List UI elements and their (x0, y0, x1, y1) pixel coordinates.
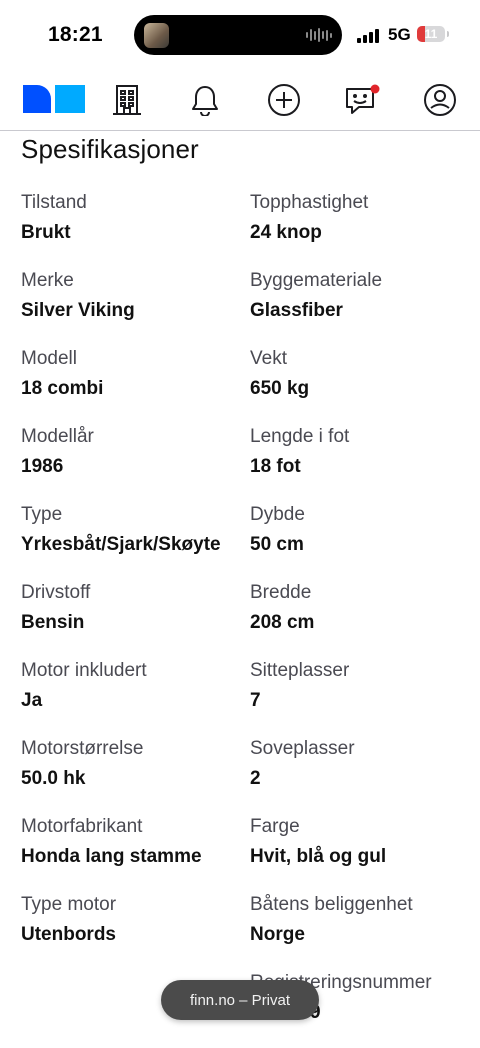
finn-logo[interactable] (23, 83, 87, 113)
spec-batens-beliggenhet: Båtens beliggenhet Norge (250, 892, 480, 949)
spec-label: Bredde (250, 582, 312, 603)
spec-label: Motor inkludert (21, 660, 147, 681)
spec-value: Yrkesbåt/Sjark/Skøyte (21, 534, 221, 555)
spec-value: Ja (21, 690, 43, 711)
section-title: Spesifikasjoner (21, 134, 199, 164)
spec-farge: Farge Hvit, blå og gul (250, 814, 480, 871)
spec-value: Brukt (21, 222, 71, 243)
spec-tilstand: Tilstand Brukt (21, 190, 251, 247)
profile-icon[interactable] (420, 80, 460, 120)
spec-value: 2 (250, 768, 261, 789)
spec-value: Hvit, blå og gul (250, 846, 387, 867)
spec-drivstoff: Drivstoff Bensin (21, 580, 251, 637)
spec-label: Farge (250, 816, 300, 837)
notification-dot (370, 84, 380, 94)
dynamic-island[interactable] (134, 15, 342, 55)
spec-label: Type (21, 504, 63, 525)
spec-label: Soveplasser (250, 738, 355, 759)
spec-label: Lengde i fot (250, 426, 350, 447)
spec-topphastighet: Topphastighet 24 knop (250, 190, 480, 247)
spec-value: Glassfiber (250, 300, 343, 321)
spec-value: Norge (250, 924, 305, 945)
spec-value: 1986 (21, 456, 64, 477)
spec-sitteplasser: Sitteplasser 7 (250, 658, 480, 715)
spec-label: Motorstørrelse (21, 738, 144, 759)
spec-lengde: Lengde i fot 18 fot (250, 424, 480, 481)
spec-type: Type Yrkesbåt/Sjark/Skøyte (21, 502, 251, 559)
spec-motor-inkludert: Motor inkludert Ja (21, 658, 251, 715)
spec-value: 650 kg (250, 378, 310, 399)
audio-waveform-icon (306, 27, 332, 43)
spec-bredde: Bredde 208 cm (250, 580, 480, 637)
spec-value: Bensin (21, 612, 85, 633)
spec-label: Type motor (21, 894, 117, 915)
spec-value: 7 (250, 690, 261, 711)
spec-modell: Modell 18 combi (21, 346, 251, 403)
specs-right-column: Topphastighet 24 knop Byggemateriale Gla… (250, 190, 480, 1048)
spec-modellar: Modellår 1986 (21, 424, 251, 481)
status-bar: 18:21 5G 11 (0, 0, 480, 70)
spec-label: Drivstoff (21, 582, 91, 603)
spec-label: Dybde (250, 504, 305, 525)
spec-label: Sitteplasser (250, 660, 350, 681)
spec-motorfabrikant: Motorfabrikant Honda lang stamme (21, 814, 251, 871)
browser-url-text: finn.no – Privat (189, 991, 291, 1009)
spec-label: Topphastighet (250, 192, 369, 213)
battery-icon: 11 (417, 26, 445, 42)
chat-icon[interactable] (342, 80, 382, 120)
spec-label: Merke (21, 270, 74, 291)
spec-label: Motorfabrikant (21, 816, 143, 837)
spec-value: 18 fot (250, 456, 301, 477)
spec-value: 50 cm (250, 534, 304, 555)
spec-value: 50.0 hk (21, 768, 86, 789)
spec-label: Modell (21, 348, 77, 369)
spec-value: 208 cm (250, 612, 315, 633)
spec-label: Båtens beliggenhet (250, 894, 413, 915)
spec-byggemateriale: Byggemateriale Glassfiber (250, 268, 480, 325)
spec-label: Tilstand (21, 192, 87, 213)
spec-label: Modellår (21, 426, 94, 447)
spec-value: Utenbords (21, 924, 116, 945)
spec-merke: Merke Silver Viking (21, 268, 251, 325)
spec-vekt: Vekt 650 kg (250, 346, 480, 403)
spec-label: Byggemateriale (250, 270, 383, 291)
battery-level: 11 (424, 27, 438, 41)
spec-label: Vekt (250, 348, 287, 369)
spec-type-motor: Type motor Utenbords (21, 892, 251, 949)
browser-url-pill[interactable]: finn.no – Privat (161, 980, 319, 1020)
spec-value: Honda lang stamme (21, 846, 202, 867)
spec-value: 18 combi (21, 378, 104, 399)
clock: 18:21 (48, 23, 103, 46)
bell-icon[interactable] (185, 80, 225, 120)
spec-motorstorrelse: Motorstørrelse 50.0 hk (21, 736, 251, 793)
network-type: 5G (388, 25, 411, 44)
spec-dybde: Dybde 50 cm (250, 502, 480, 559)
cellular-signal-icon (357, 27, 379, 43)
spec-soveplasser: Soveplasser 2 (250, 736, 480, 793)
plus-circle-icon[interactable] (264, 80, 304, 120)
spec-value: 24 knop (250, 222, 322, 243)
now-playing-thumbnail (144, 23, 169, 48)
building-icon[interactable] (107, 80, 147, 120)
specs-left-column: Tilstand Brukt Merke Silver Viking Model… (21, 190, 251, 970)
spec-value: Silver Viking (21, 300, 135, 321)
app-nav-bar (0, 70, 480, 131)
